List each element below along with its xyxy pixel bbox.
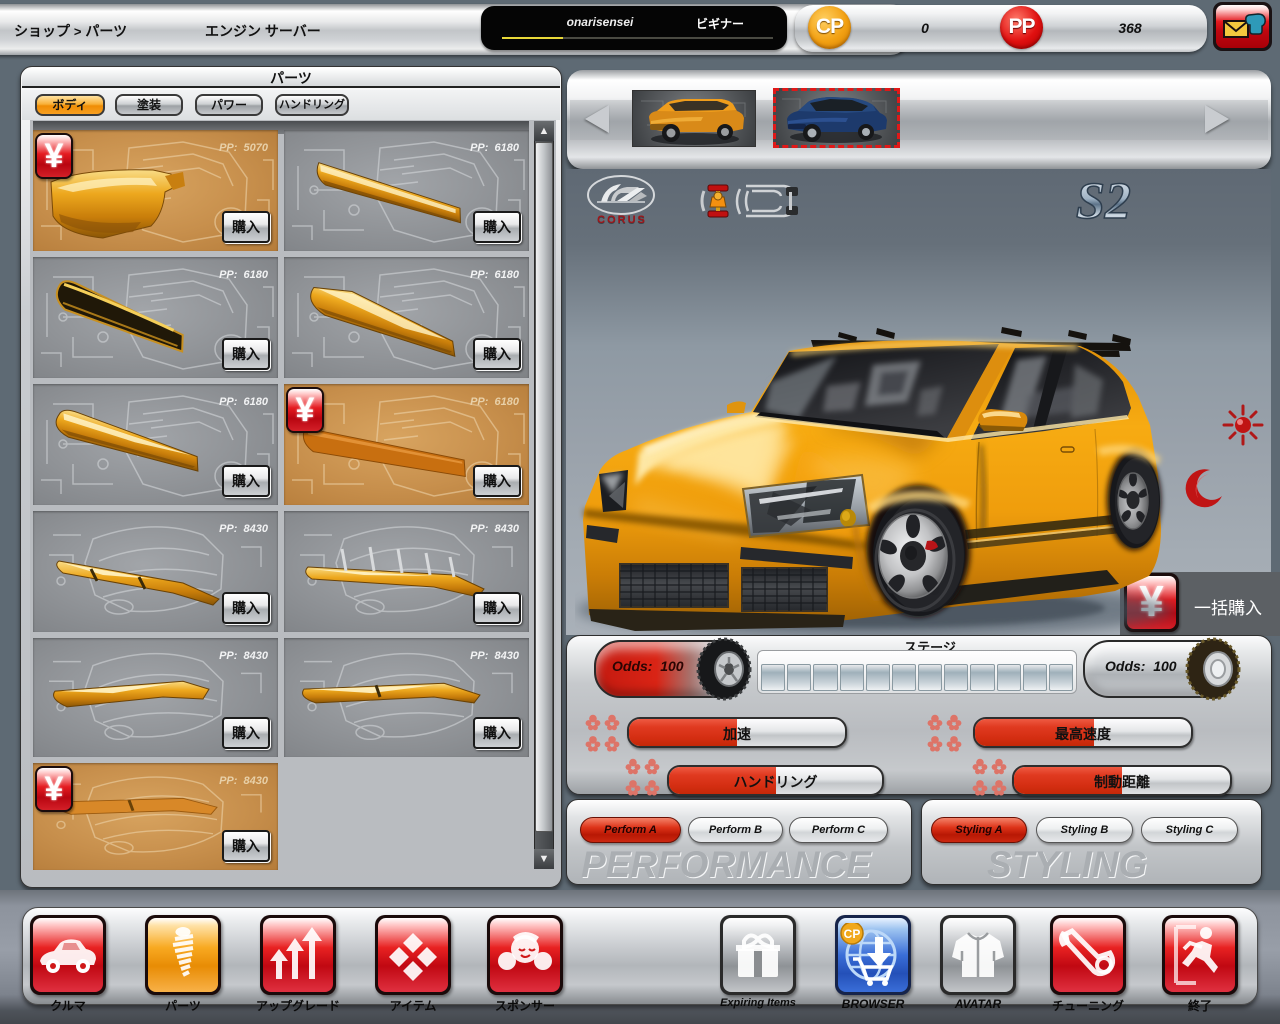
svg-text:S2: S2 <box>1076 173 1131 230</box>
svg-text:CP: CP <box>844 927 861 941</box>
